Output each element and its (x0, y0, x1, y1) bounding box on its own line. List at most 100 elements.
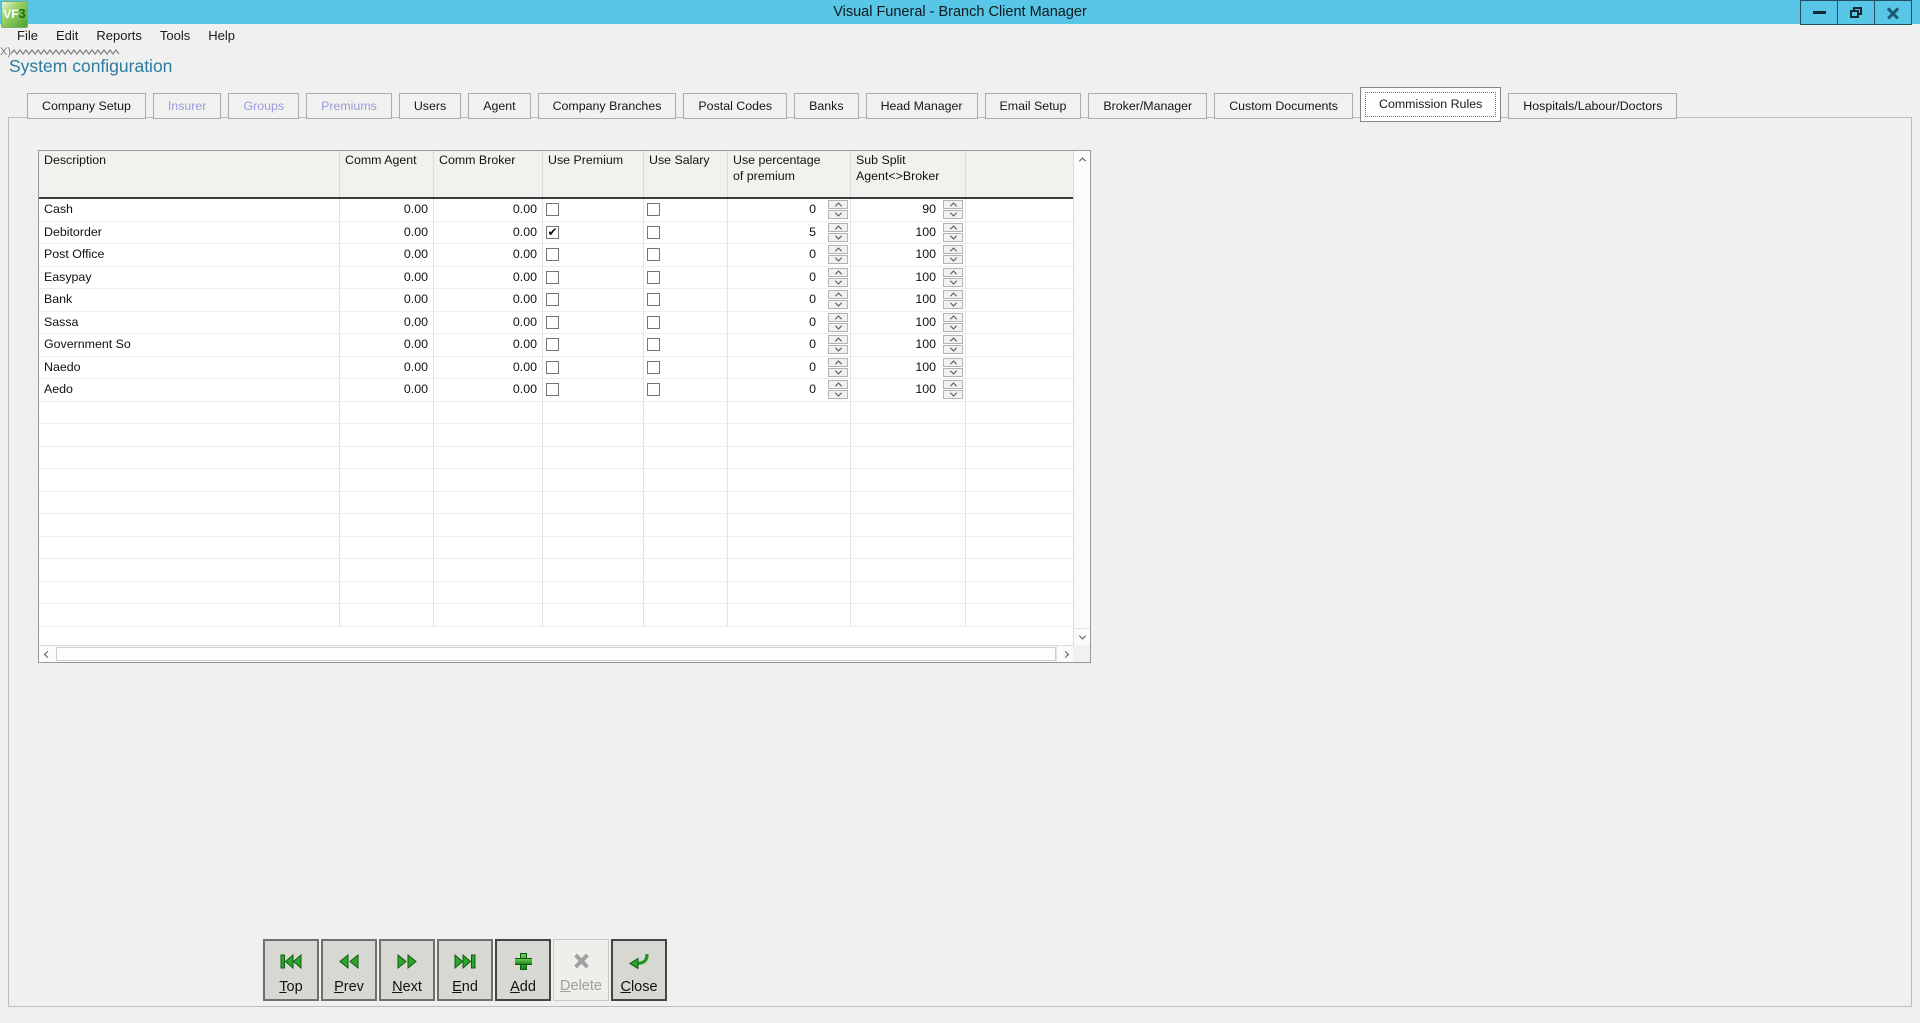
use-premium-checkbox[interactable]: ✔ (546, 226, 559, 239)
percentage-spinner[interactable] (828, 380, 848, 399)
cell-comm-agent[interactable]: 0.00 (340, 267, 434, 289)
spinner-down-button[interactable] (828, 345, 848, 354)
tab-broker-manager[interactable]: Broker/Manager (1088, 93, 1207, 119)
tab-premiums[interactable]: Premiums (306, 93, 392, 119)
spinner-up-button[interactable] (828, 223, 848, 232)
scroll-down-button[interactable] (1074, 628, 1090, 645)
spinner-up-button[interactable] (828, 358, 848, 367)
add-button[interactable]: Add (495, 939, 551, 1001)
tab-agent[interactable]: Agent (468, 93, 530, 119)
cell-comm-broker[interactable]: 0.00 (434, 312, 543, 334)
tab-custom-documents[interactable]: Custom Documents (1214, 93, 1353, 119)
table-row[interactable]: Government So0.000.000100 (39, 334, 1073, 357)
spinner-up-button[interactable] (828, 290, 848, 299)
use-salary-checkbox[interactable] (647, 271, 660, 284)
use-premium-checkbox[interactable] (546, 293, 559, 306)
minimize-button[interactable] (1800, 0, 1838, 25)
horizontal-scrollbar[interactable] (39, 645, 1073, 662)
spinner-up-button[interactable] (943, 268, 963, 277)
cell-comm-agent[interactable]: 0.00 (340, 244, 434, 266)
cell-comm-agent[interactable]: 0.00 (340, 222, 434, 244)
spinner-up-button[interactable] (943, 245, 963, 254)
spinner-up-button[interactable] (828, 268, 848, 277)
tab-banks[interactable]: Banks (794, 93, 858, 119)
use-salary-checkbox[interactable] (647, 226, 660, 239)
cell-comm-broker[interactable]: 0.00 (434, 222, 543, 244)
spinner-up-button[interactable] (828, 200, 848, 209)
spinner-up-button[interactable] (828, 313, 848, 322)
cell-comm-broker[interactable]: 0.00 (434, 357, 543, 379)
cell-description[interactable]: Debitorder (39, 222, 340, 244)
sub-split-spinner[interactable] (943, 380, 963, 399)
cell-description[interactable]: Bank (39, 289, 340, 311)
spinner-up-button[interactable] (828, 245, 848, 254)
spinner-down-button[interactable] (943, 390, 963, 399)
empty-table-row[interactable] (39, 537, 1073, 560)
cell-description[interactable]: Easypay (39, 267, 340, 289)
use-premium-checkbox[interactable] (546, 383, 559, 396)
percentage-spinner[interactable] (828, 268, 848, 287)
use-salary-checkbox[interactable] (647, 203, 660, 216)
menu-tools[interactable]: Tools (151, 24, 199, 47)
use-salary-checkbox[interactable] (647, 316, 660, 329)
empty-table-row[interactable] (39, 447, 1073, 470)
use-salary-checkbox[interactable] (647, 248, 660, 261)
spinner-up-button[interactable] (943, 223, 963, 232)
cell-comm-agent[interactable]: 0.00 (340, 312, 434, 334)
cell-comm-broker[interactable]: 0.00 (434, 267, 543, 289)
spinner-up-button[interactable] (943, 335, 963, 344)
table-row[interactable]: Debitorder0.000.00✔5100 (39, 222, 1073, 245)
spinner-up-button[interactable] (943, 200, 963, 209)
horizontal-scroll-thumb[interactable] (56, 647, 1056, 661)
spinner-up-button[interactable] (943, 290, 963, 299)
spinner-down-button[interactable] (828, 255, 848, 264)
sub-split-spinner[interactable] (943, 358, 963, 377)
tab-postal-codes[interactable]: Postal Codes (683, 93, 787, 119)
spinner-down-button[interactable] (828, 368, 848, 377)
spinner-up-button[interactable] (943, 358, 963, 367)
spinner-down-button[interactable] (943, 368, 963, 377)
cell-description[interactable]: Aedo (39, 379, 340, 401)
percentage-spinner[interactable] (828, 200, 848, 219)
cell-comm-broker[interactable]: 0.00 (434, 379, 543, 401)
cell-description[interactable]: Post Office (39, 244, 340, 266)
cell-description[interactable]: Cash (39, 199, 340, 221)
spinner-down-button[interactable] (943, 300, 963, 309)
cell-comm-broker[interactable]: 0.00 (434, 199, 543, 221)
cell-description[interactable]: Government So (39, 334, 340, 356)
cell-comm-broker[interactable]: 0.00 (434, 244, 543, 266)
cell-comm-agent[interactable]: 0.00 (340, 289, 434, 311)
table-row[interactable]: Post Office0.000.000100 (39, 244, 1073, 267)
tab-groups[interactable]: Groups (228, 93, 299, 119)
cell-comm-agent[interactable]: 0.00 (340, 379, 434, 401)
close-button-toolbar[interactable]: Close (611, 939, 667, 1001)
spinner-up-button[interactable] (828, 380, 848, 389)
tab-company-branches[interactable]: Company Branches (538, 93, 677, 119)
percentage-spinner[interactable] (828, 223, 848, 242)
spinner-down-button[interactable] (828, 323, 848, 332)
tab-insurer[interactable]: Insurer (153, 93, 222, 119)
restore-button[interactable] (1837, 0, 1875, 25)
cell-comm-agent[interactable]: 0.00 (340, 199, 434, 221)
use-premium-checkbox[interactable] (546, 316, 559, 329)
use-premium-checkbox[interactable] (546, 361, 559, 374)
percentage-spinner[interactable] (828, 358, 848, 377)
use-premium-checkbox[interactable] (546, 248, 559, 261)
spinner-down-button[interactable] (943, 323, 963, 332)
spinner-down-button[interactable] (828, 300, 848, 309)
scroll-left-button[interactable] (39, 646, 56, 662)
spinner-down-button[interactable] (943, 278, 963, 287)
menu-edit[interactable]: Edit (47, 24, 87, 47)
tab-head-manager[interactable]: Head Manager (866, 93, 978, 119)
tab-commission-rules[interactable]: Commission Rules (1360, 87, 1501, 122)
use-premium-checkbox[interactable] (546, 338, 559, 351)
sub-split-spinner[interactable] (943, 223, 963, 242)
scroll-right-button[interactable] (1056, 646, 1073, 662)
prev-button[interactable]: Prev (321, 939, 377, 1001)
spinner-down-button[interactable] (943, 210, 963, 219)
percentage-spinner[interactable] (828, 313, 848, 332)
empty-table-row[interactable] (39, 604, 1073, 627)
next-button[interactable]: Next (379, 939, 435, 1001)
empty-table-row[interactable] (39, 582, 1073, 605)
sub-split-spinner[interactable] (943, 200, 963, 219)
